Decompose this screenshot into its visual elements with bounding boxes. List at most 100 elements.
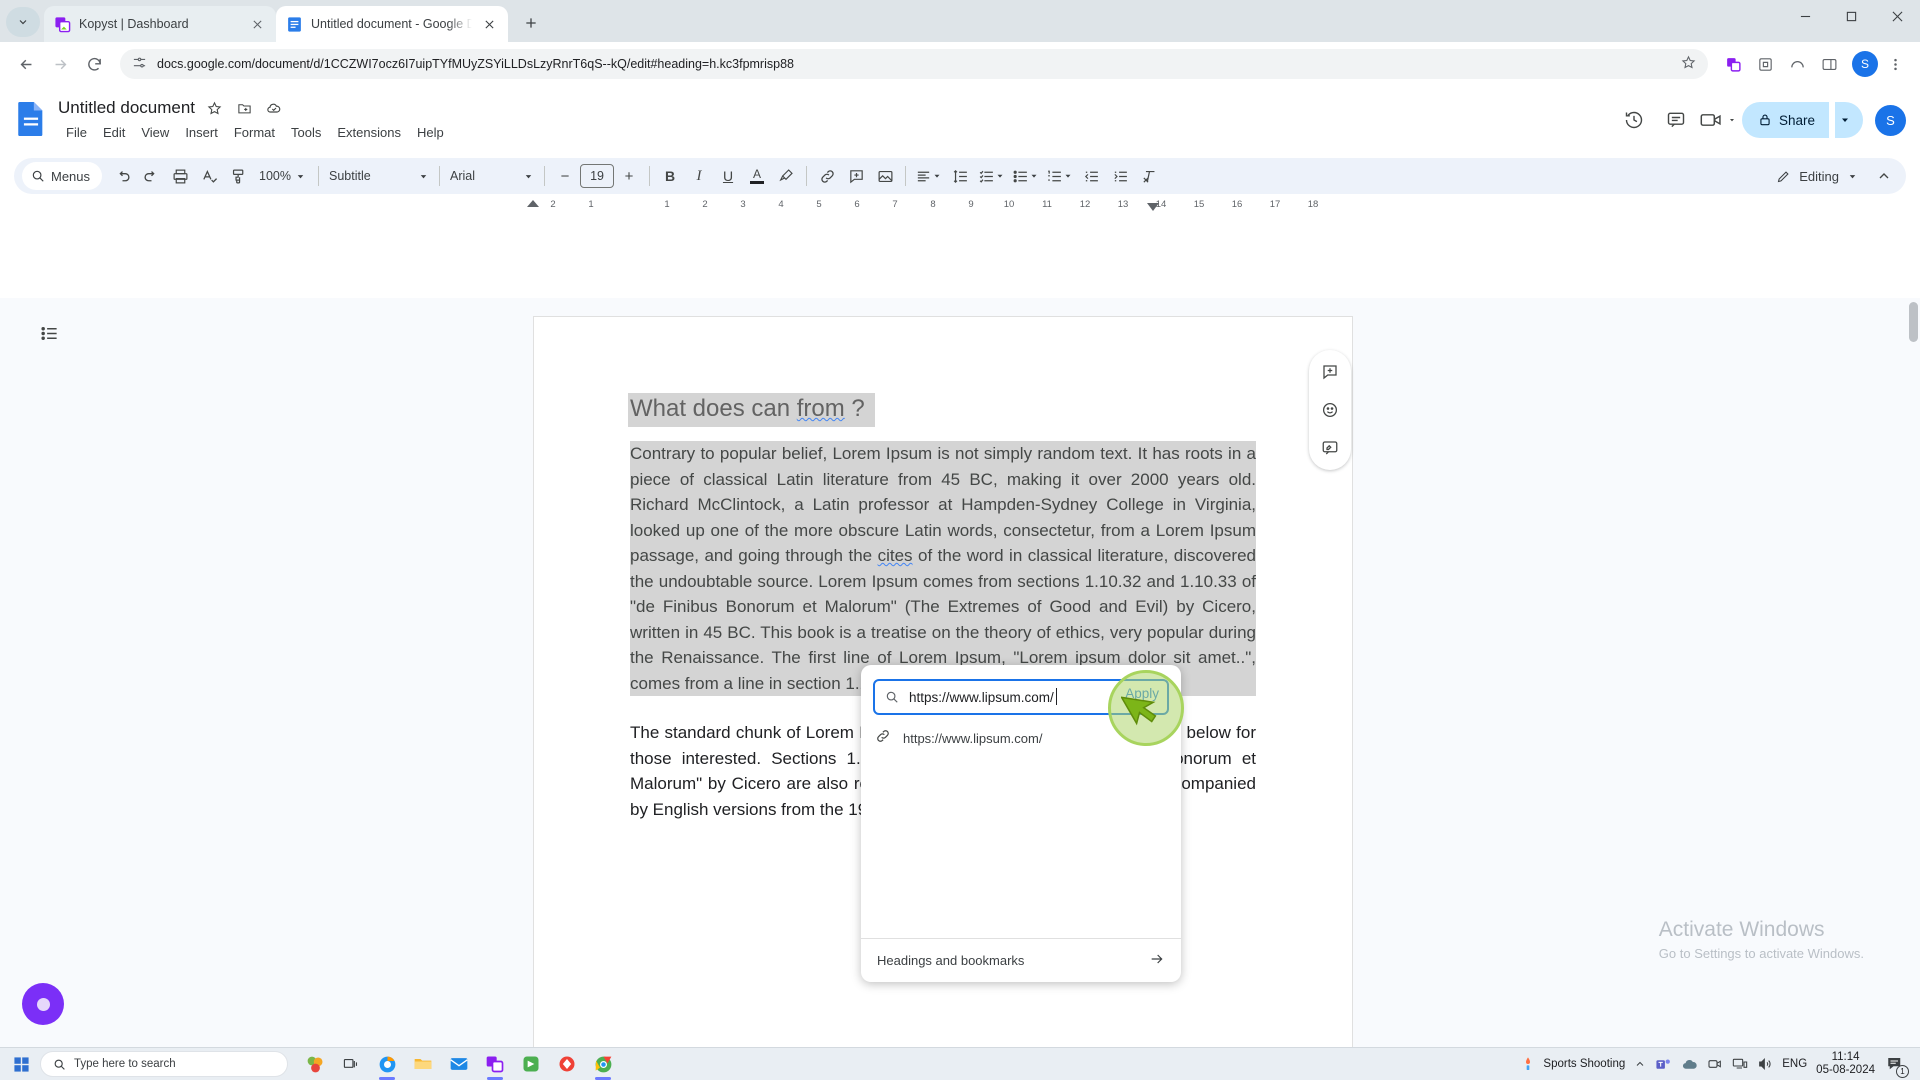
spelling-check-button[interactable]: [195, 162, 223, 190]
camera-tray-icon[interactable]: [1707, 1056, 1723, 1072]
new-tab-button[interactable]: [516, 8, 546, 38]
forward-button[interactable]: [44, 48, 76, 80]
add-comment-side-icon[interactable]: [1314, 356, 1346, 388]
link-editor-popup[interactable]: https://www.lipsum.com/ Apply https://ww…: [861, 665, 1181, 982]
line-spacing-button[interactable]: [946, 162, 974, 190]
taskbar-file-explorer-icon[interactable]: [406, 1050, 440, 1078]
taskbar-news-widget[interactable]: Sports Shooting: [1520, 1056, 1625, 1072]
menu-format[interactable]: Format: [226, 123, 283, 142]
menu-tools[interactable]: Tools: [283, 123, 329, 142]
close-button[interactable]: [1874, 0, 1920, 32]
share-button[interactable]: Share: [1741, 102, 1829, 138]
browser-tab-kopyst[interactable]: Kopyst | Dashboard: [44, 6, 276, 42]
share-dropdown-button[interactable]: [1835, 102, 1863, 138]
bookmark-star-icon[interactable]: [1681, 55, 1696, 73]
menus-search-button[interactable]: Menus: [22, 162, 103, 190]
taskbar-mail-icon[interactable]: [442, 1050, 476, 1078]
move-to-folder-icon[interactable]: [233, 97, 255, 119]
volume-tray-icon[interactable]: [1757, 1056, 1773, 1072]
show-outline-button[interactable]: [34, 318, 64, 348]
menu-view[interactable]: View: [133, 123, 177, 142]
decrease-font-size-button[interactable]: −: [551, 162, 579, 190]
menu-help[interactable]: Help: [409, 123, 452, 142]
comment-history-icon[interactable]: [1658, 102, 1694, 138]
menu-extensions[interactable]: Extensions: [329, 123, 409, 142]
checklist-button[interactable]: [975, 162, 1008, 190]
history-arc-icon[interactable]: [1782, 49, 1812, 79]
user-avatar[interactable]: S: [1875, 104, 1906, 136]
redo-button[interactable]: [137, 162, 165, 190]
maximize-button[interactable]: [1828, 0, 1874, 32]
split-screen-icon[interactable]: [1814, 49, 1844, 79]
editing-mode-button[interactable]: Editing: [1768, 169, 1866, 184]
cloud-saved-icon[interactable]: [263, 97, 285, 119]
onedrive-tray-icon[interactable]: [1681, 1056, 1698, 1073]
taskbar-anydesk-icon[interactable]: [550, 1050, 584, 1078]
floating-assistant-button[interactable]: [22, 983, 64, 1025]
kopyst-extension-icon[interactable]: [1718, 49, 1748, 79]
close-icon[interactable]: [248, 15, 266, 33]
bulleted-list-button[interactable]: [1009, 162, 1042, 190]
notification-center-button[interactable]: 1: [1884, 1053, 1909, 1078]
reload-button[interactable]: [78, 48, 110, 80]
profile-avatar[interactable]: S: [1852, 51, 1878, 77]
taskbar-store-icon[interactable]: [514, 1050, 548, 1078]
bold-button[interactable]: B: [656, 162, 684, 190]
add-emoji-reaction-icon[interactable]: [1314, 394, 1346, 426]
network-tray-icon[interactable]: [1732, 1056, 1748, 1072]
site-settings-icon[interactable]: [132, 55, 147, 73]
italic-button[interactable]: I: [685, 162, 713, 190]
increase-indent-button[interactable]: [1106, 162, 1134, 190]
vertical-scrollbar[interactable]: [1909, 302, 1918, 342]
menu-insert[interactable]: Insert: [177, 123, 226, 142]
chrome-menu-icon[interactable]: [1880, 49, 1910, 79]
document-ruler[interactable]: 2 1 1 2 3 4 5 6 7 8 9 10 11 12 13 14 15 …: [0, 198, 1920, 216]
extension-puzzle-icon[interactable]: [1750, 49, 1780, 79]
font-size-input[interactable]: 19: [580, 164, 615, 188]
add-comment-button[interactable]: [842, 162, 870, 190]
show-hidden-icons-button[interactable]: [1634, 1058, 1646, 1070]
paragraph-style-select[interactable]: Subtitle: [325, 169, 433, 183]
zoom-select[interactable]: 100%: [253, 169, 312, 183]
start-button[interactable]: [6, 1050, 36, 1078]
print-button[interactable]: [166, 162, 194, 190]
left-indent-marker[interactable]: [527, 200, 539, 207]
headings-and-bookmarks-row[interactable]: Headings and bookmarks: [861, 938, 1181, 982]
back-button[interactable]: [10, 48, 42, 80]
meet-icon[interactable]: [1700, 102, 1736, 138]
teams-tray-icon[interactable]: [1655, 1056, 1672, 1073]
increase-font-size-button[interactable]: +: [615, 162, 643, 190]
decrease-indent-button[interactable]: [1077, 162, 1105, 190]
version-history-icon[interactable]: [1616, 102, 1652, 138]
minimize-button[interactable]: [1782, 0, 1828, 32]
paint-format-button[interactable]: [224, 162, 252, 190]
numbered-list-button[interactable]: [1043, 162, 1076, 190]
browser-tab-google-docs[interactable]: Untitled document - Google Do: [276, 6, 508, 42]
document-canvas[interactable]: What does can from ? Contrary to popular…: [0, 298, 1920, 1047]
suggest-edits-icon[interactable]: [1314, 432, 1346, 464]
link-suggestion-item[interactable]: https://www.lipsum.com/: [861, 719, 1181, 758]
taskbar-clock[interactable]: 11:14 05-08-2024: [1816, 1051, 1875, 1077]
tab-search-button[interactable]: [6, 7, 40, 37]
address-bar[interactable]: docs.google.com/document/d/1CCZWI7ocz6I7…: [120, 49, 1708, 79]
language-indicator[interactable]: ENG: [1782, 1058, 1807, 1070]
insert-image-button[interactable]: [871, 162, 899, 190]
menu-file[interactable]: File: [58, 123, 95, 142]
taskbar-chrome-icon[interactable]: [586, 1050, 620, 1080]
taskbar-widgets-icon[interactable]: [298, 1050, 332, 1078]
align-button[interactable]: [912, 162, 945, 190]
hide-menus-button[interactable]: [1870, 162, 1898, 190]
undo-button[interactable]: [108, 162, 136, 190]
text-color-button[interactable]: A: [743, 162, 771, 190]
clear-formatting-button[interactable]: [1135, 162, 1163, 190]
taskbar-kopyst-icon[interactable]: [478, 1050, 512, 1080]
close-icon[interactable]: [480, 15, 498, 33]
font-family-select[interactable]: Arial: [446, 169, 538, 183]
menu-edit[interactable]: Edit: [95, 123, 133, 142]
highlight-color-button[interactable]: [772, 162, 800, 190]
document-title[interactable]: Untitled document: [58, 98, 195, 118]
underline-button[interactable]: U: [714, 162, 742, 190]
taskbar-search-box[interactable]: Type here to search: [40, 1051, 288, 1077]
insert-link-button[interactable]: [813, 162, 841, 190]
star-icon[interactable]: [203, 97, 225, 119]
